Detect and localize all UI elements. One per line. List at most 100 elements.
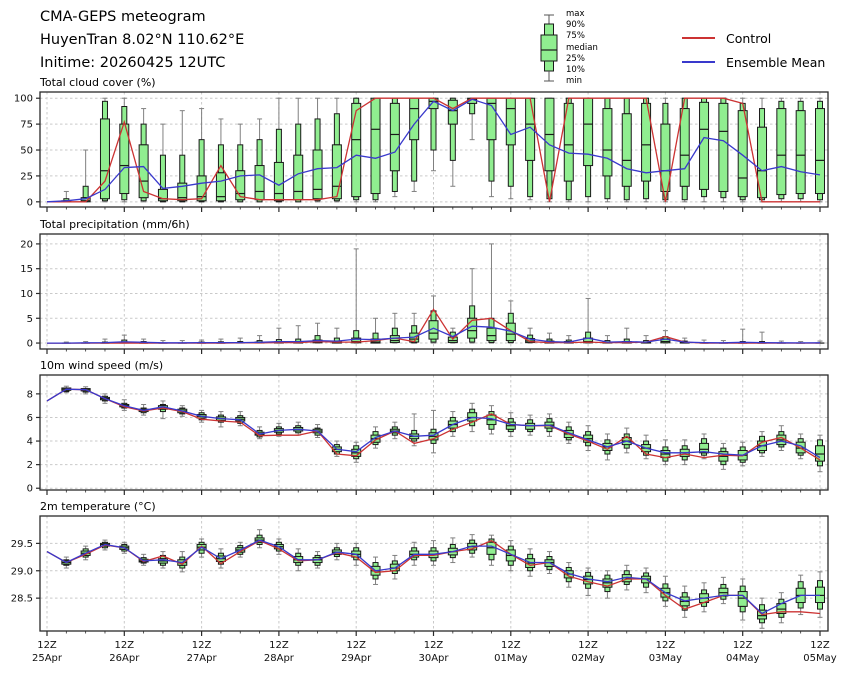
box-plot [661,576,670,606]
panel-title: Total precipitation (mm/6h) [39,218,190,231]
y-tick-label: 29.5 [11,539,33,550]
box-plot [719,443,728,469]
box-plot [255,530,264,548]
box-plot [468,98,477,139]
box-plot [738,579,747,620]
box-plot [584,298,593,343]
x-tick-label-date: 25Apr [32,653,63,664]
box-plot [197,539,206,557]
box-plot [352,249,361,343]
box-plot [236,124,245,202]
box-plot [622,98,631,202]
x-tick-label-hour: 12Z [115,640,135,651]
box-plot [313,98,322,202]
box-plot [429,296,438,343]
y-tick-label: 28.5 [11,594,33,605]
box-plot [197,109,206,202]
box-plot [680,586,689,617]
box-plot [777,593,786,623]
x-tick-label-hour: 12Z [810,640,830,651]
x-tick-label-date: 27Apr [187,653,218,664]
x-tick-label-hour: 12Z [578,640,598,651]
box-plot [642,568,651,593]
y-tick-label: 0 [27,484,33,495]
box-plot [487,535,496,565]
box-plot [487,98,496,196]
box-plot [738,98,747,202]
y-tick-label: 29.0 [11,566,33,577]
panel-title: 2m temperature (°C) [40,500,156,513]
panel-2: 0 5 10 15 20 Total precipitation (mm/6h) [20,218,828,354]
meteogram-chart: 0255075100Total cloud cover (%)05101520T… [0,0,846,680]
x-tick-label-date: 29Apr [341,653,372,664]
panel-title: 10m wind speed (m/s) [40,359,163,372]
x-tick-label-date: 04May [726,653,759,664]
box-plot [274,328,283,343]
box-plot [526,328,535,343]
box-plot [158,124,167,202]
box-plot [390,555,399,579]
x-tick-label-hour: 12Z [501,640,521,651]
y-tick-label: 2 [27,460,33,471]
box-plot [603,98,612,202]
x-tick-label-date: 05May [803,653,836,664]
box-plot [738,329,747,343]
x-tick-label-date: 26Apr [109,653,140,664]
y-tick-label: 75 [20,120,33,131]
x-tick-label-date: 30Apr [418,653,449,664]
box-plot [816,98,825,202]
box-plot [700,98,709,202]
y-tick-label: 8 [27,389,33,400]
panel-3: 0 2 4 6 8 10m wind speed (m/s) [27,359,828,495]
box-plot [796,98,805,202]
x-tick-label-hour: 12Z [37,640,57,651]
panel-title: Total cloud cover (%) [39,76,156,89]
x-tick-label-hour: 12Z [424,640,444,651]
box-plot [448,98,457,186]
box-plot [429,98,438,171]
y-tick-label: 6 [27,413,33,424]
y-tick-label: 100 [14,94,33,105]
x-tick-label-hour: 12Z [733,640,753,651]
box-plot [816,572,825,617]
box-plot [468,269,477,343]
x-tick-label-date: 03May [649,653,682,664]
y-tick-label: 25 [20,171,33,182]
box-plot [584,98,593,202]
box-plot [777,98,786,202]
box-plot [429,541,438,566]
y-tick-label: 0 [27,197,33,208]
box-plot [255,119,264,202]
y-tick-label: 5 [27,314,33,325]
x-tick-label-date: 28Apr [264,653,295,664]
y-tick-label: 20 [20,239,33,250]
y-tick-label: 4 [27,437,33,448]
meteogram-page: CMA-GEPS meteogram HuyenTran 8.02°N 110.… [0,0,846,680]
box-plot [332,98,341,202]
y-tick-label: 10 [20,289,33,300]
x-tick-label-hour: 12Z [346,640,366,651]
panel-4: 28.5 29.0 29.5 2m temperature (°C) [11,500,828,636]
x-tick-label-hour: 12Z [656,640,676,651]
box-plot [506,301,515,343]
box-plot [429,410,438,452]
box-plot [758,332,767,343]
box-plot [352,98,361,202]
box-plot [139,109,148,202]
y-tick-label: 0 [27,339,33,350]
box-plot [719,98,728,202]
panel-1: 0255075100Total cloud cover (%) [14,76,828,212]
box-plot [158,401,167,419]
x-tick-label-date: 01May [494,653,527,664]
box-plot [294,326,303,343]
y-tick-label: 15 [20,264,33,275]
box-plot [506,98,515,198]
box-plot [216,119,225,202]
box-plot [410,98,419,191]
box-plot [371,98,380,202]
box-plot [719,577,728,603]
box-plot [120,98,129,202]
x-tick-label-date: 02May [571,653,604,664]
x-tick-label-hour: 12Z [192,640,212,651]
box-plot [622,328,631,343]
